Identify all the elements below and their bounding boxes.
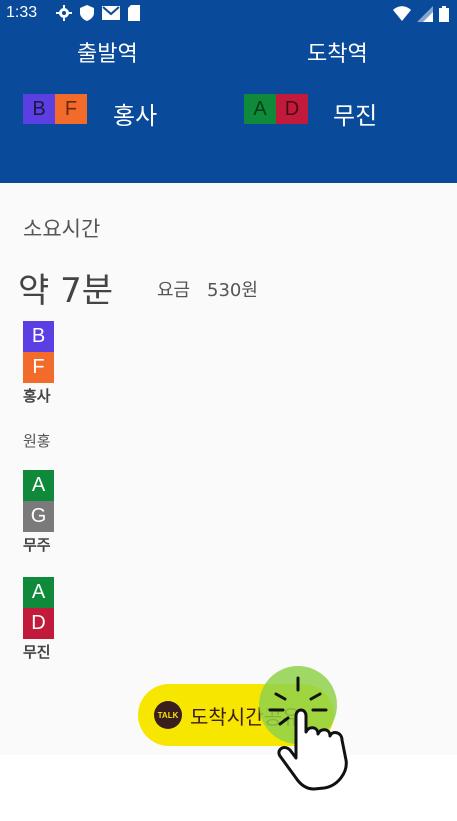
mail-icon [102,5,120,25]
battery-icon [439,6,449,26]
status-icons-right [393,6,449,26]
status-time: 1:33 [6,4,38,21]
route-detail: 소요시간 약 7분 요금 530원 B F 홍사 원홍 A G 무주 A D 무… [0,183,457,755]
depart-station[interactable]: 홍사 [113,96,157,131]
depart-title: 출발역 [77,42,138,67]
fare-value: 530원 [207,280,258,301]
line-badge-f: F [23,352,54,383]
share-button-label: 도착시간공유 [190,704,301,729]
route-header: 출발역 도착역 B F 홍사 A D 무진 [0,30,457,183]
fare-label: 요금 [157,280,191,301]
line-badge-a: A [244,94,276,124]
passing-station: 원홍 [23,432,51,450]
line-badge-f: F [55,94,87,124]
status-bar: 1:33 [0,0,457,30]
duration-label: 소요시간 [23,217,101,241]
stop-name: 무주 [23,536,51,554]
stop-item: A D 무진 [23,577,54,662]
depart-line-badges[interactable]: B F [23,94,87,124]
line-badge-b: B [23,321,54,352]
stop-name: 홍사 [23,387,51,405]
line-badge-d: D [23,608,54,639]
kakao-talk-icon: TALK [154,701,182,729]
stop-name: 무진 [23,643,51,661]
line-badge-b: B [23,94,55,124]
status-icons-left [56,5,140,25]
wifi-icon [393,6,411,26]
stop-item: A G 무주 [23,470,54,555]
signal-icon [417,6,433,26]
line-badge-a: A [23,577,54,608]
line-badge-d: D [276,94,308,124]
arrive-station[interactable]: 무진 [333,96,377,131]
gear-icon [56,5,72,25]
arrive-title: 도착역 [307,42,368,67]
line-badge-g: G [23,501,54,532]
shield-icon [80,5,94,25]
line-badge-a: A [23,470,54,501]
stop-item: B F 홍사 [23,321,54,406]
share-arrival-time-button[interactable]: TALK 도착시간공유 [138,684,334,746]
duration-value: 약 7분 [18,271,113,311]
sd-card-icon [128,5,140,25]
arrive-line-badges[interactable]: A D [244,94,308,124]
